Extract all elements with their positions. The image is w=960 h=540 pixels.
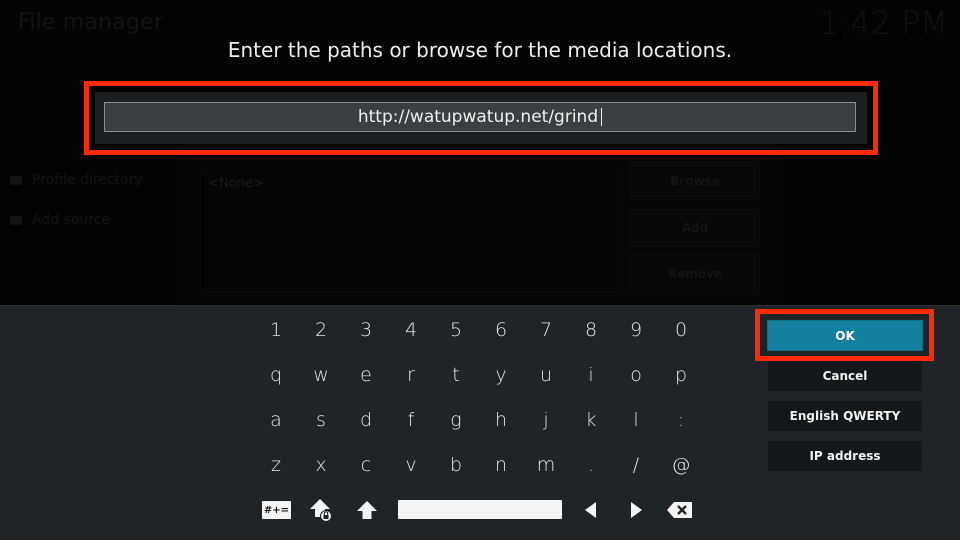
key-3[interactable]: 3 xyxy=(346,310,386,350)
paths-list-empty: <None> xyxy=(208,176,264,191)
key-n[interactable]: n xyxy=(481,445,521,485)
keyboard-layout-button[interactable]: English QWERTY xyxy=(768,401,922,431)
add-button[interactable]: Add xyxy=(630,209,760,247)
cursor-right-icon[interactable] xyxy=(629,498,645,522)
remove-button[interactable]: Remove xyxy=(630,255,760,293)
key-h[interactable]: h xyxy=(481,400,521,440)
dialog-heading: Enter the paths or browse for the media … xyxy=(227,38,733,62)
key-k[interactable]: k xyxy=(571,400,611,440)
cursor-left-icon[interactable] xyxy=(582,498,598,522)
sidebar-item-profile-directory[interactable]: Profile directory xyxy=(10,172,143,188)
key-g[interactable]: g xyxy=(436,400,476,440)
key-u[interactable]: u xyxy=(526,355,566,395)
key-1[interactable]: 1 xyxy=(256,310,296,350)
key-q[interactable]: q xyxy=(256,355,296,395)
key-e[interactable]: e xyxy=(346,355,386,395)
key-p[interactable]: p xyxy=(661,355,701,395)
key-d[interactable]: d xyxy=(346,400,386,440)
key-period[interactable]: . xyxy=(571,445,611,485)
cancel-button[interactable]: Cancel xyxy=(768,361,922,391)
key-j[interactable]: j xyxy=(526,400,566,440)
sidebar-item-add-source[interactable]: Add source xyxy=(10,212,110,228)
key-m[interactable]: m xyxy=(526,445,566,485)
key-r[interactable]: r xyxy=(391,355,431,395)
key-t[interactable]: t xyxy=(436,355,476,395)
sidebar-item-label: Profile directory xyxy=(32,172,143,188)
input-highlight-box xyxy=(84,81,878,155)
key-i[interactable]: i xyxy=(571,355,611,395)
key-f[interactable]: f xyxy=(391,400,431,440)
key-slash[interactable]: / xyxy=(616,445,656,485)
shift-icon[interactable] xyxy=(356,498,378,522)
key-2[interactable]: 2 xyxy=(301,310,341,350)
space-bar[interactable] xyxy=(398,500,562,519)
window-title: File manager xyxy=(18,10,164,35)
key-o[interactable]: o xyxy=(616,355,656,395)
key-w[interactable]: w xyxy=(301,355,341,395)
key-y[interactable]: y xyxy=(481,355,521,395)
symbols-key-icon[interactable]: #+= xyxy=(262,501,291,519)
folder-icon xyxy=(10,175,22,185)
caps-lock-icon[interactable] xyxy=(309,498,335,522)
key-6[interactable]: 6 xyxy=(481,310,521,350)
key-5[interactable]: 5 xyxy=(436,310,476,350)
key-colon[interactable]: : xyxy=(661,400,701,440)
key-at[interactable]: @ xyxy=(661,445,701,485)
ip-address-button[interactable]: IP address xyxy=(768,441,922,471)
browse-button[interactable]: Browse xyxy=(630,162,760,200)
clock: 1:42 PM xyxy=(819,4,948,42)
key-z[interactable]: z xyxy=(256,445,296,485)
key-0[interactable]: 0 xyxy=(661,310,701,350)
ok-highlight-box xyxy=(755,309,934,361)
sidebar-item-label: Add source xyxy=(32,212,111,228)
key-x[interactable]: x xyxy=(301,445,341,485)
folder-icon xyxy=(10,215,22,225)
key-c[interactable]: c xyxy=(346,445,386,485)
key-8[interactable]: 8 xyxy=(571,310,611,350)
key-b[interactable]: b xyxy=(436,445,476,485)
key-s[interactable]: s xyxy=(301,400,341,440)
backspace-icon[interactable] xyxy=(666,498,694,522)
key-l[interactable]: l xyxy=(616,400,656,440)
key-9[interactable]: 9 xyxy=(616,310,656,350)
key-v[interactable]: v xyxy=(391,445,431,485)
key-7[interactable]: 7 xyxy=(526,310,566,350)
key-4[interactable]: 4 xyxy=(391,310,431,350)
key-a[interactable]: a xyxy=(256,400,296,440)
